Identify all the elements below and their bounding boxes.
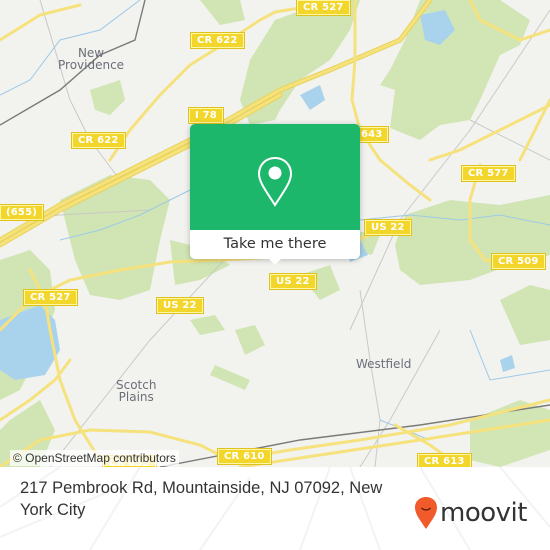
road-shield-cr577: CR 577	[461, 165, 516, 182]
place-label-westfield: Westfield	[356, 358, 411, 370]
road-shield-643: 643	[353, 126, 390, 143]
road-shield-cr527: CR 527	[296, 0, 351, 16]
road-shield-cr610: CR 610	[217, 448, 272, 465]
road-shield-i78: I 78	[188, 107, 224, 124]
place-label-scotch-plains: Scotch Plains	[116, 379, 156, 403]
address-text: 217 Pembrook Rd, Mountainside, NJ 07092,…	[20, 479, 383, 519]
map-card: New Providence Scotch Plains Westfield C…	[0, 0, 550, 550]
place-label-new-providence: New Providence	[58, 47, 124, 71]
moovit-pin-icon	[415, 497, 437, 529]
moovit-logo[interactable]: moovit	[414, 495, 527, 531]
location-pin-icon	[257, 156, 293, 207]
place-label-line: Plains	[118, 390, 154, 404]
footer: 217 Pembrook Rd, Mountainside, NJ 07092,…	[0, 467, 550, 550]
take-me-there-popup[interactable]: Take me there	[190, 124, 360, 265]
road-shield-cr613: CR 613	[417, 453, 472, 467]
road-shield-cr527: CR 527	[23, 289, 78, 306]
map-view[interactable]: New Providence Scotch Plains Westfield C…	[0, 0, 550, 467]
place-label-line: Westfield	[356, 357, 412, 371]
road-shield-us22: US 22	[364, 219, 412, 236]
place-label-line: Providence	[58, 58, 125, 72]
road-shield-cr622: CR 622	[71, 132, 126, 149]
map-attribution[interactable]: © OpenStreetMap contributors	[10, 450, 179, 466]
road-shield-us22: US 22	[269, 273, 317, 290]
popup-pointer	[268, 258, 282, 265]
road-shield-cr509: CR 509	[491, 253, 546, 270]
road-shield-cr622: CR 622	[190, 32, 245, 49]
popup-header[interactable]	[190, 124, 360, 230]
road-shield-655: (655)	[0, 204, 45, 221]
moovit-wordmark: moovit	[440, 498, 527, 528]
take-me-there-button[interactable]: Take me there	[190, 230, 360, 259]
road-shield-us22: US 22	[156, 297, 204, 314]
